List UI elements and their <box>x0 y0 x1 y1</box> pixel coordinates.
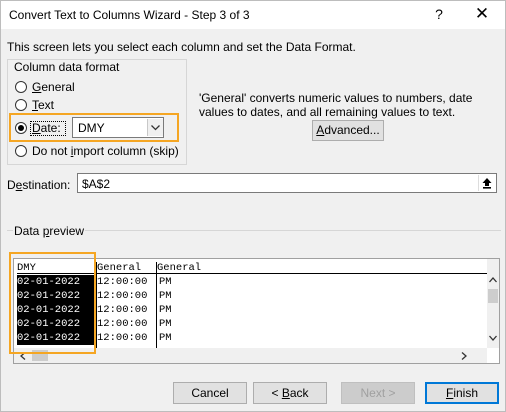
collapse-dialog-icon[interactable] <box>478 175 495 191</box>
chevron-down-icon[interactable] <box>147 119 163 136</box>
finish-label-rest: inish <box>453 386 479 400</box>
back-label-pre: < <box>271 386 282 400</box>
preview-cell[interactable]: 12:00:00 <box>97 289 147 303</box>
back-hotkey: B <box>281 386 290 400</box>
scroll-right-icon[interactable] <box>461 352 467 360</box>
preview-legend-rest: review <box>49 224 85 238</box>
scroll-down-icon[interactable] <box>489 335 497 341</box>
skip-column-label[interactable]: Do not import column (skip) <box>32 144 179 158</box>
date-label-rest: ate: <box>40 121 61 135</box>
column-header-3[interactable]: General <box>157 262 487 274</box>
preview-cell[interactable]: PM <box>159 331 172 345</box>
step-description: This screen lets you select each column … <box>7 40 356 54</box>
preview-cell[interactable]: PM <box>159 289 172 303</box>
destination-label: Destination: <box>7 178 70 192</box>
preview-cell[interactable]: PM <box>159 317 172 331</box>
advanced-button[interactable]: Advanced... <box>312 120 384 141</box>
text-label[interactable]: Text <box>32 98 54 112</box>
text-radio[interactable] <box>15 99 27 111</box>
finish-button[interactable]: Finish <box>425 382 499 404</box>
date-radio[interactable] <box>15 122 27 134</box>
cancel-button[interactable]: Cancel <box>173 382 247 404</box>
data-preview-legend: Data preview <box>13 224 86 238</box>
advanced-label-rest: dvanced... <box>324 123 380 137</box>
destination-label-rest: stination: <box>22 178 71 192</box>
scroll-up-icon[interactable] <box>489 277 497 283</box>
preview-cell[interactable]: 12:00:00 <box>97 317 147 331</box>
vertical-scroll-thumb[interactable] <box>488 289 498 303</box>
date-format-select[interactable]: DMY <box>72 117 164 138</box>
destination-input[interactable]: $A$2 <box>77 173 497 193</box>
close-button[interactable]: ✕ <box>473 4 491 24</box>
general-label[interactable]: General <box>32 80 75 94</box>
preview-cell[interactable]: 12:00:00 <box>97 331 147 345</box>
column-separator-2 <box>156 262 157 348</box>
preview-legend-pre: Data <box>14 224 43 238</box>
text-label-rest: ext <box>38 98 55 112</box>
back-button[interactable]: < Back <box>253 382 327 404</box>
next-button[interactable]: Next > <box>341 382 415 404</box>
preview-cell[interactable]: 12:00:00 <box>97 275 147 289</box>
date-format-value: DMY <box>78 121 105 135</box>
general-label-rest: eneral <box>41 80 75 94</box>
skip-column-radio[interactable] <box>15 145 27 157</box>
convert-text-wizard-dialog: Convert Text to Columns Wizard - Step 3 … <box>0 0 506 412</box>
general-hotkey: G <box>32 80 42 94</box>
preview-cell[interactable]: 12:00:00 <box>97 303 147 317</box>
destination-value: $A$2 <box>82 177 111 191</box>
date-radio-dot <box>18 125 24 131</box>
date-label[interactable]: Date: <box>32 121 61 135</box>
preview-cell[interactable]: PM <box>159 303 172 317</box>
destination-label-pre: D <box>7 178 16 192</box>
window-title: Convert Text to Columns Wizard - Step 3 … <box>9 8 250 22</box>
preview-column-highlight <box>9 252 96 354</box>
format-info-text: 'General' converts numeric values to num… <box>199 91 473 119</box>
back-label-rest: ack <box>289 386 309 400</box>
preview-cell[interactable]: PM <box>159 275 172 289</box>
title-bar: Convert Text to Columns Wizard - Step 3 … <box>1 1 505 29</box>
help-button[interactable]: ? <box>431 6 447 22</box>
skip-label-rest: mport column (skip) <box>73 144 179 158</box>
vertical-scrollbar[interactable] <box>487 259 499 348</box>
date-hotkey: D <box>32 121 41 135</box>
general-radio[interactable] <box>15 81 27 93</box>
column-format-legend: Column data format <box>13 60 121 74</box>
skip-label-pre: Do not <box>32 144 71 158</box>
column-header-2[interactable]: General <box>97 262 157 274</box>
